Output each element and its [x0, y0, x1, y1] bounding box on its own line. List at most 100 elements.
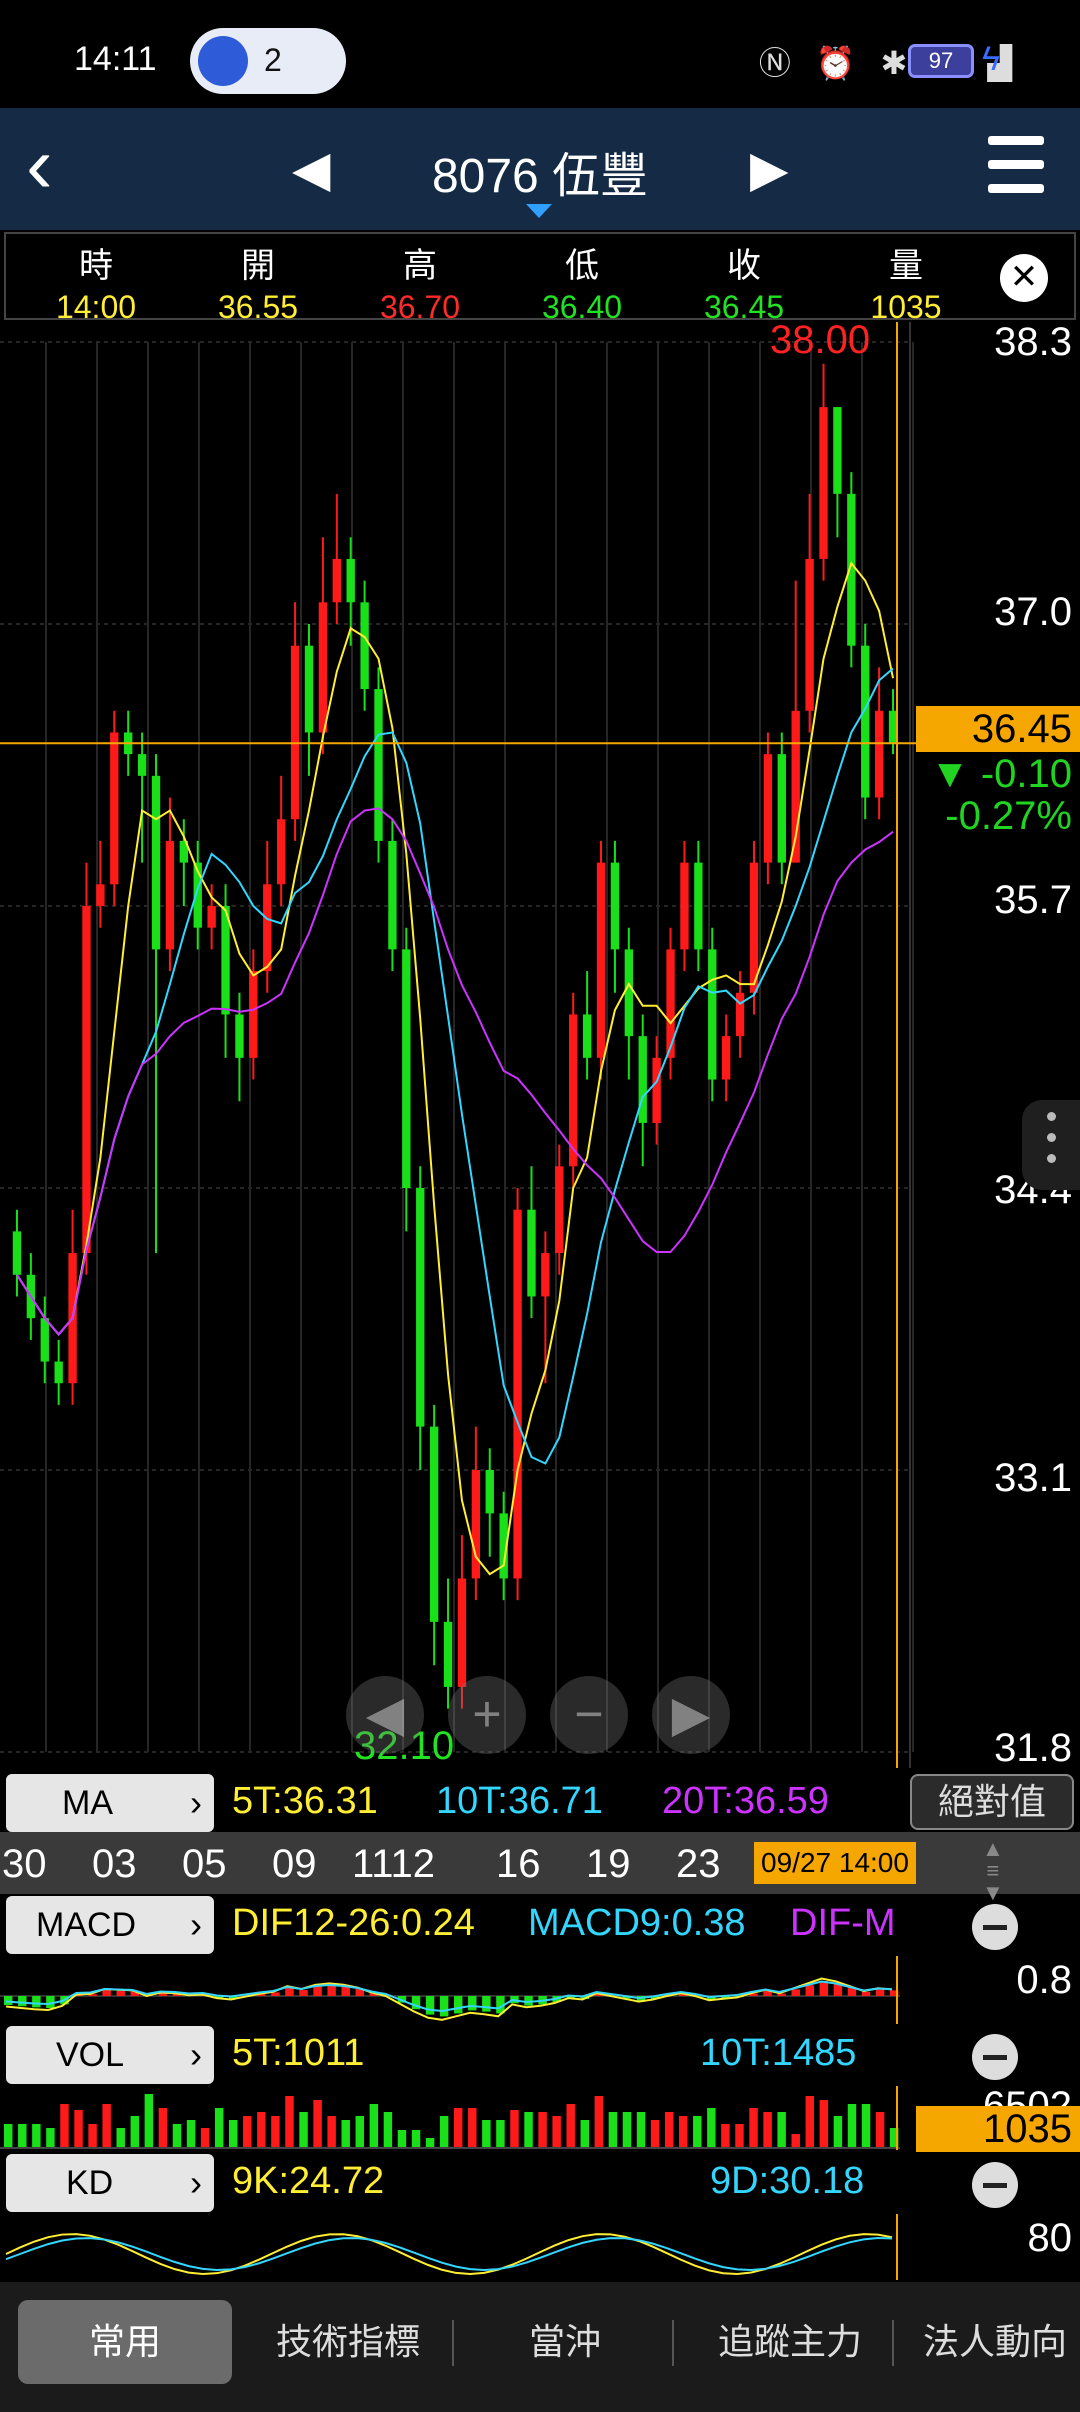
volume-bar: [397, 2130, 407, 2148]
ma-button[interactable]: MA ›: [6, 1774, 214, 1832]
menu-icon[interactable]: [988, 136, 1044, 208]
volume-bar: [60, 2104, 69, 2148]
candle-body: [638, 1036, 647, 1123]
volume-bar: [18, 2124, 27, 2148]
volume-bar: [622, 2112, 632, 2148]
scroll-right-icon[interactable]: ▶: [652, 1676, 730, 1754]
volume-bar: [102, 2104, 111, 2148]
close-icon[interactable]: ✕: [1000, 254, 1048, 302]
volume-bar: [721, 2124, 730, 2148]
volume-bar: [200, 2128, 210, 2148]
date-tick: 05: [182, 1842, 227, 1886]
candle-body: [805, 558, 814, 711]
macd-bar: [468, 1996, 477, 2011]
candle-body: [722, 1036, 731, 1080]
ma-bar: MA › 5T:36.31 10T:36.71 20T:36.59 絕對值: [0, 1772, 1080, 1834]
volume-bar: [482, 2120, 491, 2148]
volume-bar: [833, 2116, 843, 2148]
hotspot-pill[interactable]: 2: [190, 28, 346, 94]
macd-bar: [299, 1990, 308, 1996]
volume-bar: [172, 2124, 182, 2148]
absolute-value-toggle[interactable]: 絕對值: [910, 1774, 1074, 1830]
candle-body: [290, 645, 300, 820]
candle-body: [527, 1209, 536, 1297]
candle-body: [137, 754, 147, 776]
macd-bar: [861, 1991, 871, 1996]
date-axis: 30 03 05 09 1112 16 19 23 09/27 14:00 ▲ ≡…: [0, 1832, 1080, 1904]
volume-bar: [679, 2116, 688, 2148]
stock-title[interactable]: 8076 伍豐: [0, 136, 1080, 206]
price-change-pct: -0.27%: [945, 794, 1072, 838]
volume-bar: [32, 2124, 41, 2148]
tab-daytrade[interactable]: 當沖: [470, 2300, 660, 2384]
remove-macd-icon[interactable]: [972, 1904, 1018, 1950]
macd-bar: [819, 1981, 829, 1996]
quote-high: 高 36.70: [379, 247, 461, 325]
zoom-out-icon[interactable]: −: [550, 1676, 628, 1754]
volume-bar: [116, 2128, 125, 2148]
tab-common[interactable]: 常用: [18, 2300, 232, 2384]
ma10-value: 10T:36.71: [436, 1780, 603, 1822]
candle-body: [485, 1470, 494, 1514]
candle-body: [263, 884, 272, 972]
candle-body: [54, 1361, 63, 1384]
vol-button[interactable]: VOL ›: [6, 2026, 214, 2084]
candle-body: [165, 840, 175, 950]
caret-down-icon[interactable]: [526, 204, 552, 218]
candle-body: [819, 407, 828, 559]
volume-bar: [496, 2120, 505, 2148]
kd-button[interactable]: KD ›: [6, 2154, 214, 2212]
candle-body: [443, 1621, 453, 1687]
volume-bar: [130, 2116, 139, 2148]
candle-body: [596, 862, 606, 1058]
y-tick: 31.8: [994, 1726, 1072, 1770]
next-stock-icon[interactable]: ▶: [750, 140, 788, 198]
quote-low: 低 36.40: [541, 247, 623, 325]
macd-osc: DIF-M: [790, 1902, 896, 1944]
vol-bar: VOL › 5T:1011 10T:1485: [0, 2024, 1080, 2086]
macd-bar: [425, 1996, 435, 2015]
volume-bar: [88, 2124, 97, 2148]
tab-divider: [892, 2320, 894, 2366]
chart-canvas[interactable]: [0, 322, 1080, 1768]
system-icons: Ⓝ ⏰ ✱ ▤ ▟: [758, 45, 1020, 81]
candle-body: [888, 710, 898, 744]
candle-body: [318, 602, 328, 733]
volume-bar: [847, 2104, 857, 2148]
candle-body: [874, 710, 884, 798]
clock: 14:11: [74, 40, 157, 78]
tab-indicators[interactable]: 技術指標: [250, 2300, 446, 2384]
volume-bar: [369, 2104, 379, 2148]
macd-bar: [4, 1996, 13, 2005]
zoom-in-icon[interactable]: +: [448, 1676, 526, 1754]
volume-bar: [355, 2116, 364, 2148]
volume-bar: [271, 2116, 280, 2148]
ma20-value: 20T:36.59: [662, 1780, 829, 1822]
macd-bar: [313, 1986, 322, 1996]
candle-body: [207, 906, 216, 928]
volume-bar: [566, 2104, 575, 2148]
date-tick: 23: [676, 1842, 721, 1886]
ma5-value: 5T:36.31: [232, 1780, 378, 1822]
volume-bar: [608, 2112, 618, 2148]
remove-vol-icon[interactable]: [972, 2034, 1018, 2080]
macd-bar: [439, 1996, 449, 2017]
kd-k-value: 9K:24.72: [232, 2160, 385, 2202]
date-tick: 30: [2, 1842, 47, 1886]
candle-body: [513, 1209, 522, 1579]
quote-row: 時 14:00 開 36.55 高 36.70 低 36.40 收 36.45 …: [4, 232, 1076, 325]
remove-kd-icon[interactable]: [972, 2162, 1018, 2208]
macd-axis-value: 0.8: [1016, 1958, 1072, 2002]
macd-button[interactable]: MACD ›: [6, 1896, 214, 1954]
selected-datetime: 09/27 14:00: [754, 1842, 916, 1884]
vol-ma10: 10T:1485: [700, 2032, 857, 2074]
candlestick-chart[interactable]: [0, 322, 1080, 1768]
macd-bar: [482, 1996, 491, 2012]
side-drawer-handle[interactable]: [1022, 1100, 1080, 1190]
tab-institutional[interactable]: 法人動向: [910, 2300, 1080, 2384]
candle-body: [416, 1188, 425, 1427]
candle-body: [304, 645, 314, 733]
tab-main-force[interactable]: 追蹤主力: [690, 2300, 890, 2384]
scroll-left-icon[interactable]: ◀: [346, 1676, 424, 1754]
quote-volume: 量 1035: [870, 247, 942, 325]
